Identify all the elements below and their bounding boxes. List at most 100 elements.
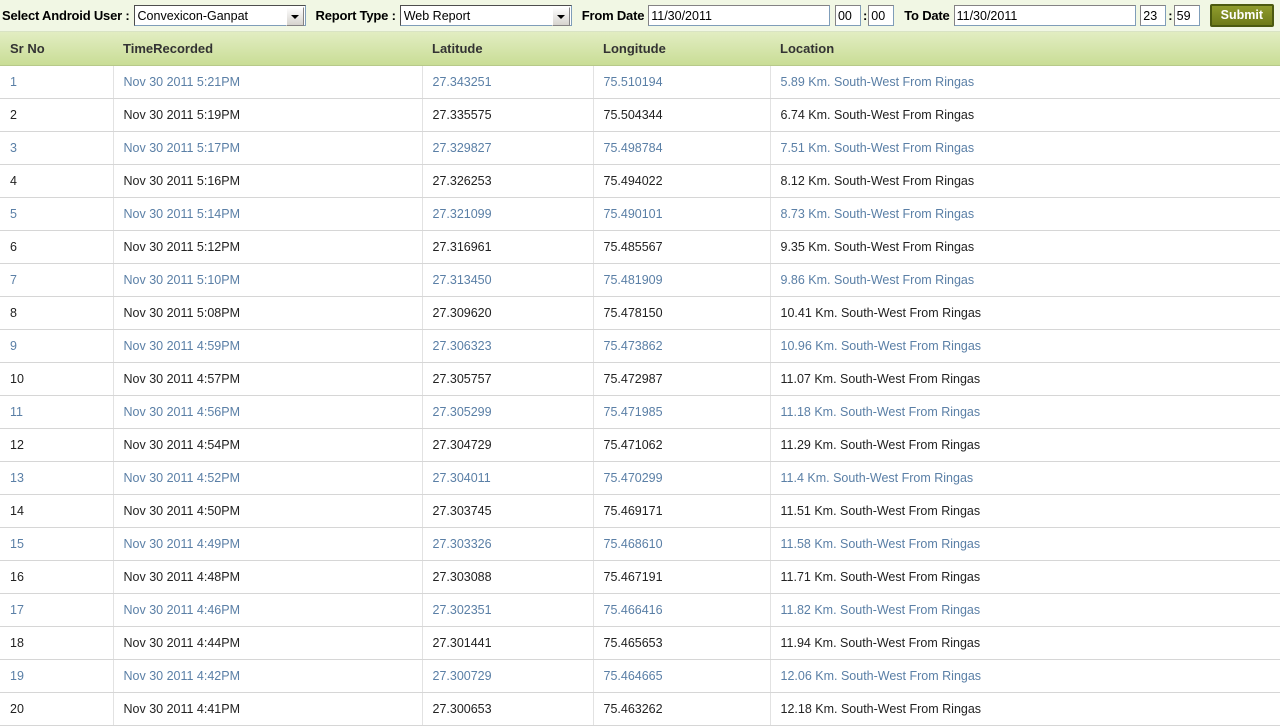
table-row[interactable]: 7 Nov 30 2011 5:10PM 27.313450 75.481909 9.8…	[0, 263, 1280, 297]
table-row[interactable]: 5 Nov 30 2011 5:14PM 27.321099 75.490101 8.7…	[0, 197, 1280, 231]
from-date-label: From Date	[581, 8, 645, 23]
cell-timerecorded: Nov 30 2011 4:54PM	[113, 428, 423, 462]
table-row[interactable]: 11 Nov 30 2011 4:56PM 27.305299 75.471985 11…	[0, 395, 1280, 429]
table-row[interactable]: 12 Nov 30 2011 4:54PM 27.304729 75.471062 11…	[0, 428, 1280, 462]
cell-location: 9.86 Km. South-West From Ringas	[770, 263, 1280, 297]
table-row[interactable]: 2 Nov 30 2011 5:19PM 27.335575 75.504344 6.7…	[0, 98, 1280, 132]
from-hour-input[interactable]	[834, 5, 861, 26]
cell-timerecorded: Nov 30 2011 5:10PM	[113, 263, 423, 297]
table-row[interactable]: 17 Nov 30 2011 4:46PM 27.302351 75.466416 11…	[0, 593, 1280, 627]
cell-location: 11.51 Km. South-West From Ringas	[770, 494, 1280, 528]
to-date-input[interactable]	[953, 5, 1136, 26]
cell-timerecorded: Nov 30 2011 4:41PM	[113, 692, 423, 726]
cell-sr-no: 16	[0, 560, 114, 594]
cell-location: 10.41 Km. South-West From Ringas	[770, 296, 1280, 330]
cell-timerecorded: Nov 30 2011 4:59PM	[113, 329, 423, 363]
cell-longitude: 75.463262	[593, 692, 771, 726]
cell-sr-no: 4	[0, 164, 114, 198]
table-row[interactable]: 4 Nov 30 2011 5:16PM 27.326253 75.494022 8.1…	[0, 164, 1280, 198]
cell-longitude: 75.471062	[593, 428, 771, 462]
cell-location: 11.82 Km. South-West From Ringas	[770, 593, 1280, 627]
table-row[interactable]: 3 Nov 30 2011 5:17PM 27.329827 75.498784 7.5…	[0, 131, 1280, 165]
cell-latitude: 27.316961	[422, 230, 594, 264]
cell-location: 12.06 Km. South-West From Ringas	[770, 659, 1280, 693]
cell-timerecorded: Nov 30 2011 4:48PM	[113, 560, 423, 594]
table-row[interactable]: 20 Nov 30 2011 4:41PM 27.300653 75.463262 12…	[0, 692, 1280, 726]
cell-location: 7.51 Km. South-West From Ringas	[770, 131, 1280, 165]
table-row[interactable]: 14 Nov 30 2011 4:50PM 27.303745 75.469171 11…	[0, 494, 1280, 528]
report-type-select[interactable]: Web Report	[399, 5, 572, 26]
cell-longitude: 75.467191	[593, 560, 771, 594]
from-minute-input[interactable]	[868, 5, 895, 26]
cell-timerecorded: Nov 30 2011 5:17PM	[113, 131, 423, 165]
cell-sr-no: 17	[0, 593, 114, 627]
select-android-user-label: Select Android User :	[2, 8, 130, 23]
table-row[interactable]: 16 Nov 30 2011 4:48PM 27.303088 75.467191 11…	[0, 560, 1280, 594]
cell-timerecorded: Nov 30 2011 4:56PM	[113, 395, 423, 429]
report-type-select-wrapper: Web Report	[399, 5, 572, 26]
column-header-sr-no[interactable]: Sr No	[0, 32, 113, 66]
cell-sr-no: 10	[0, 362, 114, 396]
cell-sr-no: 9	[0, 329, 114, 363]
table-row[interactable]: 6 Nov 30 2011 5:12PM 27.316961 75.485567 9.3…	[0, 230, 1280, 264]
column-header-longitude[interactable]: Longitude	[593, 32, 770, 66]
cell-longitude: 75.490101	[593, 197, 771, 231]
cell-latitude: 27.304011	[422, 461, 594, 495]
table-row[interactable]: 13 Nov 30 2011 4:52PM 27.304011 75.470299 11…	[0, 461, 1280, 495]
table-row[interactable]: 15 Nov 30 2011 4:49PM 27.303326 75.468610 11…	[0, 527, 1280, 561]
table-row[interactable]: 19 Nov 30 2011 4:42PM 27.300729 75.464665 12…	[0, 659, 1280, 693]
cell-longitude: 75.466416	[593, 593, 771, 627]
table-row[interactable]: 9 Nov 30 2011 4:59PM 27.306323 75.473862 10.…	[0, 329, 1280, 363]
cell-longitude: 75.469171	[593, 494, 771, 528]
cell-location: 11.4 Km. South-West From Ringas	[770, 461, 1280, 495]
cell-location: 11.29 Km. South-West From Ringas	[770, 428, 1280, 462]
cell-longitude: 75.494022	[593, 164, 771, 198]
table-row[interactable]: 8 Nov 30 2011 5:08PM 27.309620 75.478150 10.…	[0, 296, 1280, 330]
cell-location: 11.71 Km. South-West From Ringas	[770, 560, 1280, 594]
submit-button[interactable]: Submit	[1209, 4, 1274, 27]
to-hour-input[interactable]	[1140, 5, 1167, 26]
cell-sr-no: 3	[0, 131, 114, 165]
cell-latitude: 27.309620	[422, 296, 594, 330]
cell-sr-no: 18	[0, 626, 114, 660]
cell-sr-no: 14	[0, 494, 114, 528]
column-header-latitude[interactable]: Latitude	[422, 32, 593, 66]
from-time-separator: :	[862, 8, 868, 23]
cell-latitude: 27.303088	[422, 560, 594, 594]
android-user-select[interactable]: Convexicon-Ganpat	[133, 5, 306, 26]
cell-timerecorded: Nov 30 2011 4:42PM	[113, 659, 423, 693]
cell-latitude: 27.300729	[422, 659, 594, 693]
cell-location: 12.18 Km. South-West From Ringas	[770, 692, 1280, 726]
table-row[interactable]: 18 Nov 30 2011 4:44PM 27.301441 75.465653 11…	[0, 626, 1280, 660]
cell-latitude: 27.305299	[422, 395, 594, 429]
cell-sr-no: 8	[0, 296, 114, 330]
table-row[interactable]: 10 Nov 30 2011 4:57PM 27.305757 75.472987 11…	[0, 362, 1280, 396]
location-report-table: Sr No TimeRecorded Latitude Longitude Lo…	[0, 32, 1280, 726]
cell-sr-no: 11	[0, 395, 114, 429]
cell-latitude: 27.300653	[422, 692, 594, 726]
cell-longitude: 75.471985	[593, 395, 771, 429]
cell-longitude: 75.504344	[593, 98, 771, 132]
to-minute-input[interactable]	[1173, 5, 1200, 26]
report-type-label: Report Type :	[315, 8, 396, 23]
cell-latitude: 27.303745	[422, 494, 594, 528]
cell-timerecorded: Nov 30 2011 4:49PM	[113, 527, 423, 561]
android-user-select-wrapper: Convexicon-Ganpat	[133, 5, 306, 26]
column-header-location[interactable]: Location	[770, 32, 1280, 66]
table-header-row: Sr No TimeRecorded Latitude Longitude Lo…	[0, 32, 1280, 66]
to-time-separator: :	[1168, 8, 1173, 23]
cell-timerecorded: Nov 30 2011 4:44PM	[113, 626, 423, 660]
cell-latitude: 27.329827	[422, 131, 594, 165]
cell-latitude: 27.306323	[422, 329, 594, 363]
from-date-input[interactable]	[648, 5, 831, 26]
cell-longitude: 75.485567	[593, 230, 771, 264]
cell-longitude: 75.465653	[593, 626, 771, 660]
column-header-timerecorded[interactable]: TimeRecorded	[113, 32, 422, 66]
cell-sr-no: 7	[0, 263, 114, 297]
cell-location: 11.94 Km. South-West From Ringas	[770, 626, 1280, 660]
cell-timerecorded: Nov 30 2011 5:12PM	[113, 230, 423, 264]
cell-latitude: 27.313450	[422, 263, 594, 297]
table-row[interactable]: 1 Nov 30 2011 5:21PM 27.343251 75.510194 5.8…	[0, 65, 1280, 99]
cell-location: 8.12 Km. South-West From Ringas	[770, 164, 1280, 198]
cell-sr-no: 19	[0, 659, 114, 693]
